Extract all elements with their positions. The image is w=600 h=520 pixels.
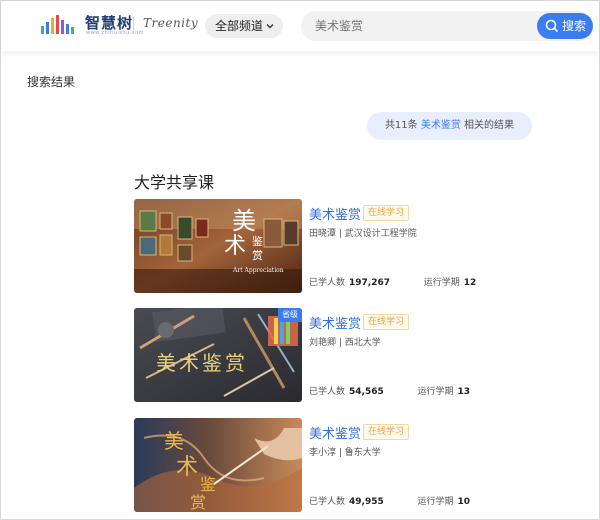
learners-label: 已学人数 xyxy=(309,497,346,507)
learners-label: 已学人数 xyxy=(309,278,346,288)
thumb-title-char-1: 美 xyxy=(232,207,256,235)
course-teacher: 李小淳 | 鲁东大学 xyxy=(309,448,381,458)
thumb-title-char-2: 术 xyxy=(176,455,198,480)
site-logo[interactable]: 智慧树 www.zhihuishu.com xyxy=(41,12,144,38)
gallery-image: 美 术 鉴 赏 Art Appreciation xyxy=(134,199,302,293)
learners-label: 已学人数 xyxy=(309,387,346,397)
results-title: 搜索结果 xyxy=(27,75,76,89)
section-title: 大学共享课 xyxy=(134,173,215,192)
terms-count: 13 xyxy=(457,387,471,397)
logo-divider xyxy=(133,17,134,33)
logo-url: www.zhihuishu.com xyxy=(86,30,145,36)
course-name[interactable]: 美术鉴赏 xyxy=(309,313,361,332)
search-button-label: 搜索 xyxy=(562,19,587,33)
course-thumbnail[interactable]: 美 术 鉴 赏 xyxy=(134,418,302,512)
online-tag: 在线学习 xyxy=(363,205,410,221)
thumb-subtitle: Art Appreciation xyxy=(232,267,284,274)
course-card[interactable]: 美 术 鉴 赏 美术鉴赏 在线学习 李小淳 | 鲁东大学 已学人数 49,955 … xyxy=(134,418,470,512)
terms-label: 运行学期 xyxy=(417,387,454,397)
course-stats: 已学人数 54,565 运行学期 13 xyxy=(309,384,470,397)
learners-count: 49,955 xyxy=(349,497,384,507)
thumb-title-char-4: 赏 xyxy=(190,493,206,512)
terms-count: 10 xyxy=(457,497,471,507)
search-button[interactable]: 搜索 xyxy=(537,13,593,39)
search-bar: 搜索 xyxy=(301,11,593,41)
search-icon xyxy=(545,19,559,33)
search-input[interactable] xyxy=(315,17,515,35)
results-count: 共11条 美术鉴赏 相关的结果 xyxy=(367,112,532,140)
chevron-down-icon xyxy=(266,24,274,29)
results-keyword: 美术鉴赏 xyxy=(420,120,461,131)
level-badge: 省级 xyxy=(278,308,302,322)
course-stats: 已学人数 197,267 运行学期 12 xyxy=(309,275,476,288)
learners-count: 197,267 xyxy=(349,278,391,288)
top-header: 智慧树 www.zhihuishu.com Treenity 全部频道 搜索 xyxy=(1,1,599,51)
online-tag: 在线学习 xyxy=(363,424,410,440)
thumb-title: 美术鉴赏 xyxy=(156,351,248,375)
course-thumbnail[interactable]: 美 术 鉴 赏 Art Appreciation xyxy=(134,199,302,293)
channel-dropdown[interactable]: 全部频道 xyxy=(205,14,283,38)
course-teacher: 刘艳卿 | 西北大学 xyxy=(309,338,381,348)
course-teacher: 田晓潭 | 武汉设计工程学院 xyxy=(309,229,417,239)
results-count-prefix: 共11条 xyxy=(384,120,418,131)
brand-name: Treenity xyxy=(143,16,199,30)
online-tag: 在线学习 xyxy=(363,314,410,330)
logo-bars-icon xyxy=(41,15,74,34)
brushes-image: 美术鉴赏 xyxy=(134,308,302,402)
results-count-suffix: 相关的结果 xyxy=(464,120,515,131)
course-thumbnail[interactable]: 美术鉴赏 省级 xyxy=(134,308,302,402)
painting-hand-image: 美 术 鉴 赏 xyxy=(134,418,302,512)
course-stats: 已学人数 49,955 运行学期 10 xyxy=(309,494,470,507)
channel-label: 全部频道 xyxy=(215,19,264,33)
terms-label: 运行学期 xyxy=(423,278,460,288)
thumb-title-char-1: 美 xyxy=(164,429,184,453)
course-name[interactable]: 美术鉴赏 xyxy=(309,204,361,223)
learners-count: 54,565 xyxy=(349,387,384,397)
thumb-title-char-4: 赏 xyxy=(252,249,263,262)
course-name[interactable]: 美术鉴赏 xyxy=(309,423,361,442)
terms-count: 12 xyxy=(463,278,477,288)
terms-label: 运行学期 xyxy=(417,497,454,507)
course-card[interactable]: 美 术 鉴 赏 Art Appreciation 美术鉴赏 在线学习 田晓潭 |… xyxy=(134,199,476,293)
course-card[interactable]: 美术鉴赏 省级 美术鉴赏 在线学习 刘艳卿 | 西北大学 已学人数 54,565 … xyxy=(134,308,470,402)
thumb-title-char-3: 鉴 xyxy=(200,475,216,494)
thumb-title-char-2: 术 xyxy=(224,234,246,259)
thumb-title-char-3: 鉴 xyxy=(252,235,263,248)
